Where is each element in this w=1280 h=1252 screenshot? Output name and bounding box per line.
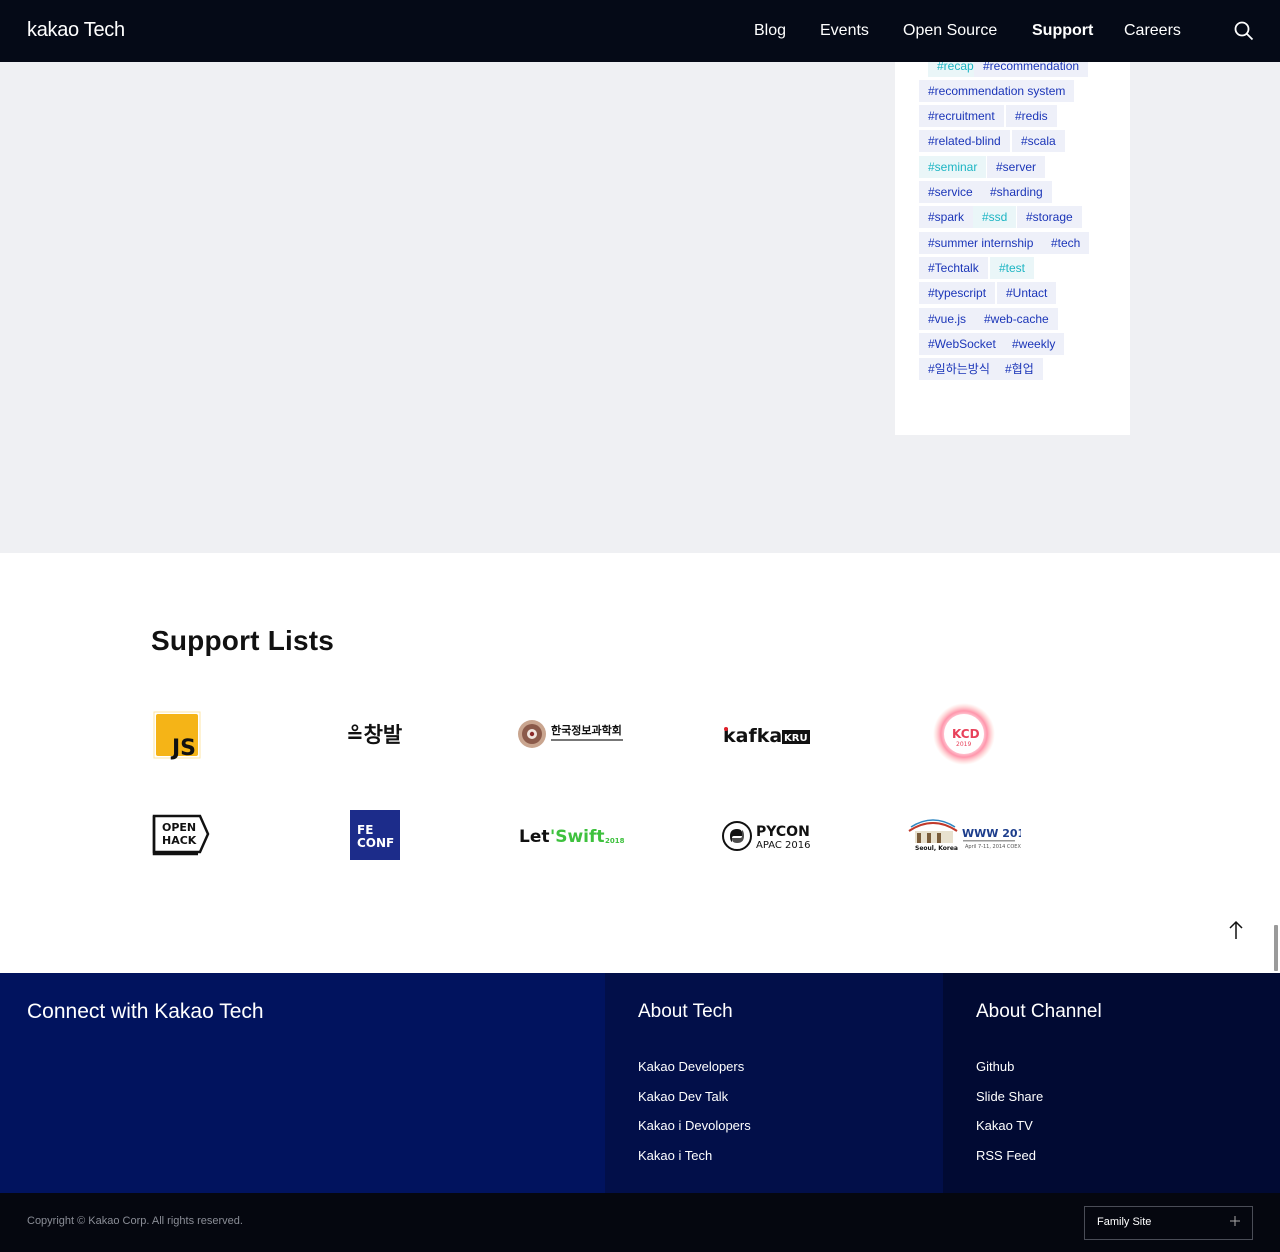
family-site-select[interactable]: Family Site [1084, 1206, 1253, 1240]
footer-link-kakao-dev-talk[interactable]: Kakao Dev Talk [638, 1089, 751, 1119]
svg-text:April 7-11, 2014 COEX: April 7-11, 2014 COEX [965, 844, 1021, 850]
logo-main-text: kakao [27, 19, 79, 41]
tag-link[interactable]: #sharding [981, 181, 1052, 203]
www2014-logo[interactable]: Seoul, Korea WWW 2014 April 7-11, 2014 C… [905, 815, 1021, 855]
tag-link[interactable]: #tech [1042, 232, 1090, 254]
tag-link[interactable]: #scala [1012, 130, 1065, 152]
nav-support[interactable]: Support [1032, 22, 1093, 40]
family-site-label: Family Site [1097, 1216, 1152, 1228]
svg-text:Let: Let [519, 827, 550, 847]
nav-blog[interactable]: Blog [754, 22, 786, 40]
tag-link[interactable]: #recruitment [919, 105, 1004, 127]
nav-events[interactable]: Events [820, 22, 869, 40]
about-channel-list: Github Slide Share Kakao TV RSS Feed [976, 1059, 1043, 1177]
svg-text:JS: JS [170, 736, 196, 760]
changbal-logo[interactable]: ≗창발 [345, 718, 407, 750]
nav-careers[interactable]: Careers [1124, 22, 1181, 40]
tag-link[interactable]: #test [990, 257, 1035, 279]
svg-text:APAC 2016: APAC 2016 [756, 840, 811, 851]
tag-link[interactable]: #Techtalk [919, 257, 988, 279]
footer-link-kakao-i-developers[interactable]: Kakao i Devolopers [638, 1118, 751, 1148]
logo-sub-text: Tech [83, 19, 125, 41]
plus-icon [1230, 1216, 1240, 1226]
svg-text:OPEN: OPEN [162, 821, 196, 834]
svg-text:Seoul, Korea: Seoul, Korea [915, 845, 958, 852]
footer-connect: Connect with Kakao Tech [0, 973, 605, 1193]
svg-text:PYCON: PYCON [756, 824, 810, 840]
tag-link[interactable]: #redis [1006, 105, 1057, 127]
feconf-logo[interactable]: FE CONF [350, 810, 401, 860]
tag-link[interactable]: #spark [919, 206, 974, 228]
tag-link[interactable]: #일하는방식 [919, 358, 999, 380]
about-channel-title: About Channel [976, 1001, 1102, 1022]
tag-cloud: #recap #recommendation #recommendation sys… [895, 55, 1130, 435]
tag-link[interactable]: #service [919, 181, 982, 203]
tag-link[interactable]: #협업 [996, 358, 1043, 380]
kafka-kru-logo[interactable]: kafka KRU [720, 720, 812, 750]
svg-text:2019: 2019 [956, 741, 971, 748]
kcd-logo[interactable]: KCD 2019 [932, 702, 996, 766]
footer-link-github[interactable]: Github [976, 1059, 1043, 1089]
kiise-logo[interactable]: 한국정보과학회 [515, 715, 627, 753]
javascript-logo[interactable]: JS [153, 710, 205, 760]
footer-link-slide-share[interactable]: Slide Share [976, 1089, 1043, 1119]
svg-text:CONF: CONF [357, 836, 394, 850]
tag-link[interactable]: #server [987, 156, 1046, 178]
svg-text:2018: 2018 [605, 837, 625, 845]
site-header: kakao Tech Blog Events Open Source Suppo… [0, 0, 1280, 62]
footer-link-kakao-developers[interactable]: Kakao Developers [638, 1059, 751, 1089]
svg-text:≗창발: ≗창발 [346, 723, 402, 747]
svg-text:kafka: kafka [723, 725, 782, 747]
footer-link-kakao-tv[interactable]: Kakao TV [976, 1118, 1043, 1148]
copyright-text: Copyright © Kakao Corp. All rights reser… [27, 1215, 243, 1227]
support-lists-title: Support Lists [151, 625, 335, 656]
tag-link[interactable]: #ssd [973, 206, 1017, 228]
svg-text:FE: FE [357, 823, 373, 837]
tag-link[interactable]: #weekly [1003, 333, 1065, 355]
tag-link[interactable]: #summer internship [919, 232, 1043, 254]
tag-link[interactable]: #seminar [919, 156, 987, 178]
footer-link-kakao-i-tech[interactable]: Kakao i Tech [638, 1148, 751, 1178]
content-area: #recap #recommendation #recommendation sys… [0, 55, 1280, 553]
svg-text:KCD: KCD [952, 727, 980, 741]
tag-link[interactable]: #related-blind [919, 130, 1010, 152]
tag-link[interactable]: #Untact [997, 282, 1057, 304]
tag-link[interactable]: #storage [1017, 206, 1082, 228]
letswift-logo[interactable]: Let 'Swift 2018 [517, 820, 625, 850]
nav-open-source[interactable]: Open Source [903, 22, 997, 40]
svg-text:WWW 2014: WWW 2014 [962, 827, 1021, 840]
footer-about-tech: About Tech Kakao Developers Kakao Dev Ta… [605, 973, 943, 1193]
open-hack-logo[interactable]: OPEN HACK [150, 812, 212, 858]
svg-text:'Swift: 'Swift [550, 827, 605, 847]
search-icon[interactable] [1234, 21, 1254, 41]
svg-text:한국정보과학회: 한국정보과학회 [551, 723, 622, 737]
tag-link[interactable]: #web-cache [975, 308, 1058, 330]
svg-text:KRU: KRU [784, 733, 808, 744]
footer-link-rss-feed[interactable]: RSS Feed [976, 1148, 1043, 1178]
scrollbar-thumb[interactable] [1274, 925, 1278, 971]
connect-title: Connect with Kakao Tech [27, 1000, 264, 1023]
tag-link[interactable]: #recommendation system [919, 80, 1075, 102]
about-tech-title: About Tech [638, 1001, 733, 1022]
pycon-logo[interactable]: PYCON APAC 2016 [720, 818, 816, 854]
kakao-tech-logo[interactable]: kakao Tech [27, 19, 125, 42]
tag-link[interactable]: #WebSocket [919, 333, 1005, 355]
tag-link[interactable]: #vue.js [919, 308, 976, 330]
scroll-to-top-icon[interactable] [1226, 919, 1246, 941]
tag-link[interactable]: #typescript [919, 282, 996, 304]
svg-text:HACK: HACK [162, 834, 197, 847]
footer-bottom-bar: Copyright © Kakao Corp. All rights reser… [0, 1193, 1280, 1252]
footer-about-channel: About Channel Github Slide Share Kakao T… [943, 973, 1280, 1193]
about-tech-list: Kakao Developers Kakao Dev Talk Kakao i … [638, 1059, 751, 1177]
